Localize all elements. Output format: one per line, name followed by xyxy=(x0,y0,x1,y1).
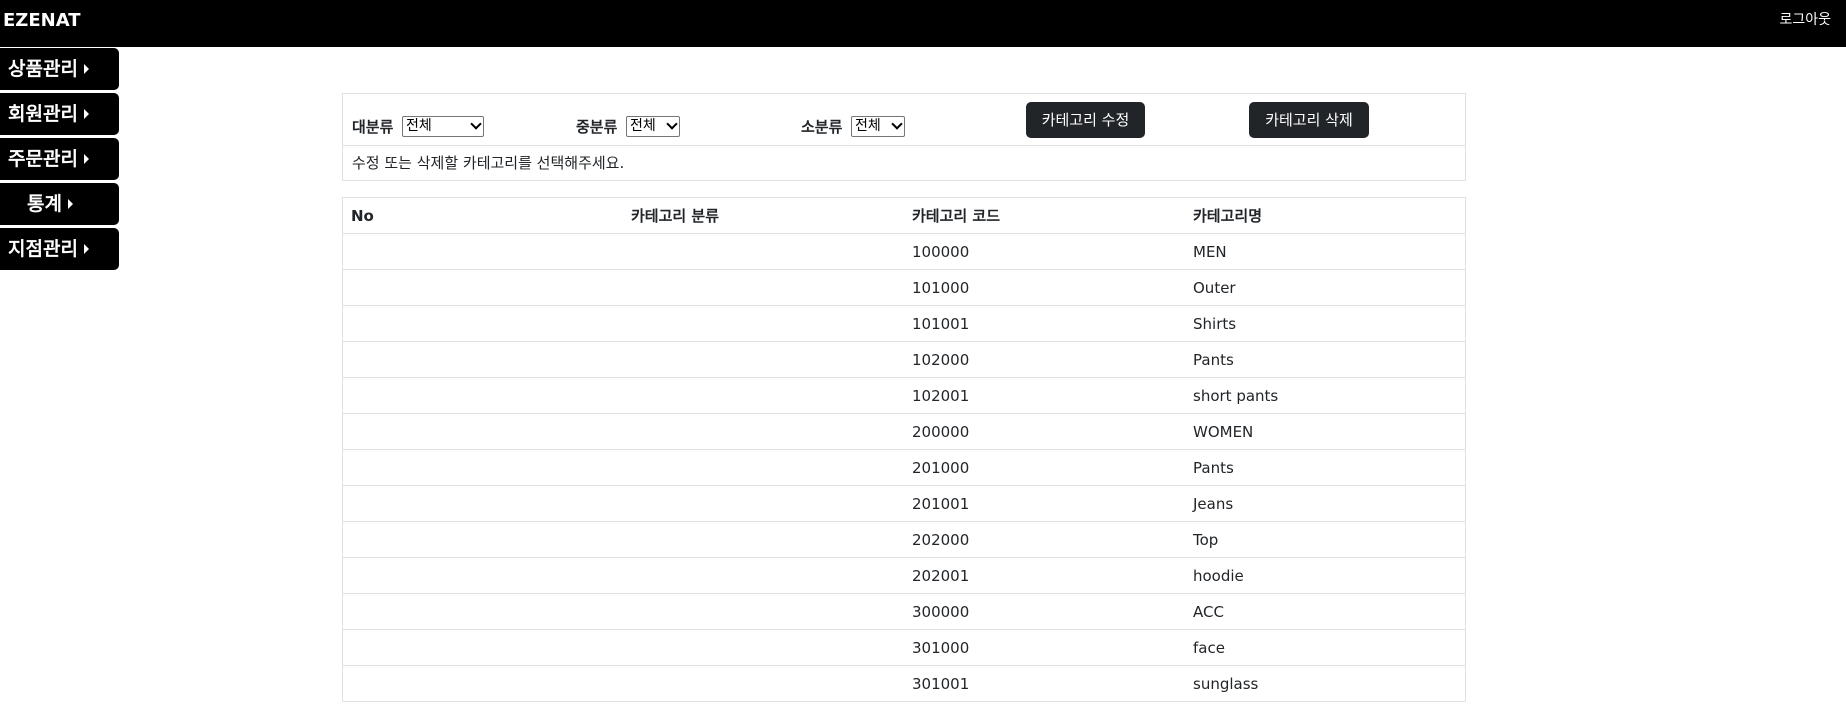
cell-category-code: 202001 xyxy=(912,567,970,585)
cell-category-code: 201000 xyxy=(912,459,970,477)
cell-category-name: Shirts xyxy=(1193,315,1237,333)
sidebar-item-label: 통계 xyxy=(27,193,62,215)
table-body: 100000 MEN 101000 Outer 101001 Shirts 102000 Pa… xyxy=(343,234,1465,702)
cell-category-code: 301001 xyxy=(912,675,970,693)
sidebar-item-label: 상품관리 xyxy=(8,58,78,80)
sidebar-item-label: 지점관리 xyxy=(8,238,78,260)
cell-category-name: WOMEN xyxy=(1193,423,1254,441)
table-row[interactable]: 101001 Shirts xyxy=(343,306,1465,342)
cell-category-code: 202000 xyxy=(912,531,970,549)
table-row[interactable]: 201001 Jeans xyxy=(343,486,1465,522)
table-row[interactable]: 201000 Pants xyxy=(343,450,1465,486)
top-navbar: EZENAT 로그아웃 xyxy=(0,0,1846,47)
caret-right-icon xyxy=(83,63,89,74)
cell-category-name: MEN xyxy=(1193,243,1227,261)
major-category-label: 대분류 xyxy=(352,118,394,136)
cell-category-name: hoodie xyxy=(1193,567,1244,585)
column-header-category-name: 카테고리명 xyxy=(1193,207,1263,225)
table-row[interactable]: 101000 Outer xyxy=(343,270,1465,306)
major-category-value: 전체 xyxy=(406,118,432,134)
sidebar-item-branch[interactable]: 지점관리 xyxy=(0,228,119,270)
table-row[interactable]: 202000 Top xyxy=(343,522,1465,558)
middle-category-label: 중분류 xyxy=(576,118,618,136)
brand-logo[interactable]: EZENAT xyxy=(3,10,81,32)
table-row[interactable]: 202001 hoodie xyxy=(343,558,1465,594)
chevron-down-icon xyxy=(666,118,678,130)
cell-category-name: Top xyxy=(1193,531,1219,549)
sidebar: 상품관리 회원관리 주문관리 통계 지점관리 xyxy=(0,48,120,273)
sidebar-item-statistics[interactable]: 통계 xyxy=(0,183,119,225)
cell-category-name: sunglass xyxy=(1193,675,1259,693)
table-row[interactable]: 301000 face xyxy=(343,630,1465,666)
cell-category-name: Outer xyxy=(1193,279,1236,297)
caret-right-icon xyxy=(83,108,89,119)
major-category-select[interactable]: 전체 xyxy=(402,116,484,137)
cell-category-code: 301000 xyxy=(912,639,970,657)
cell-category-code: 102000 xyxy=(912,351,970,369)
cell-category-code: 300000 xyxy=(912,603,970,621)
table-header-row: No 카테고리 분류 카테고리 코드 카테고리명 xyxy=(343,198,1465,234)
category-filter-panel: 대분류 전체 중분류 전체 소분류 전체 카테고리 수정 카테고리 삭제 수정 … xyxy=(342,93,1466,181)
cell-category-name: face xyxy=(1193,639,1225,657)
table-row[interactable]: 301001 sunglass xyxy=(343,666,1465,702)
sidebar-item-label: 회원관리 xyxy=(8,103,78,125)
filter-row: 대분류 전체 중분류 전체 소분류 전체 카테고리 수정 카테고리 삭제 xyxy=(343,94,1465,146)
cell-category-code: 101001 xyxy=(912,315,970,333)
sidebar-item-label: 주문관리 xyxy=(8,148,78,170)
cell-category-code: 200000 xyxy=(912,423,970,441)
logout-link[interactable]: 로그아웃 xyxy=(1779,11,1831,29)
category-table: No 카테고리 분류 카테고리 코드 카테고리명 100000 MEN 101000… xyxy=(342,197,1466,702)
sidebar-item-order[interactable]: 주문관리 xyxy=(0,138,119,180)
table-row[interactable]: 200000 WOMEN xyxy=(343,414,1465,450)
cell-category-name: Pants xyxy=(1193,351,1234,369)
middle-category-select[interactable]: 전체 xyxy=(626,116,680,137)
minor-category-label: 소분류 xyxy=(801,118,843,136)
table-row[interactable]: 102001 short pants xyxy=(343,378,1465,414)
edit-category-button[interactable]: 카테고리 수정 xyxy=(1026,102,1145,138)
caret-right-icon xyxy=(83,243,89,254)
table-row[interactable]: 100000 MEN xyxy=(343,234,1465,270)
cell-category-code: 101000 xyxy=(912,279,970,297)
caret-right-icon xyxy=(67,198,73,209)
chevron-down-icon xyxy=(470,118,482,130)
minor-category-select[interactable]: 전체 xyxy=(851,116,905,137)
cell-category-code: 102001 xyxy=(912,387,970,405)
cell-category-name: short pants xyxy=(1193,387,1279,405)
middle-category-value: 전체 xyxy=(630,118,656,134)
sidebar-item-product[interactable]: 상품관리 xyxy=(0,48,119,90)
table-row[interactable]: 102000 Pants xyxy=(343,342,1465,378)
cell-category-name: ACC xyxy=(1193,603,1224,621)
cell-category-code: 100000 xyxy=(912,243,970,261)
sidebar-item-member[interactable]: 회원관리 xyxy=(0,93,119,135)
minor-category-value: 전체 xyxy=(855,118,881,134)
column-header-no: No xyxy=(351,207,374,225)
column-header-category-code: 카테고리 코드 xyxy=(912,207,1001,225)
cell-category-name: Pants xyxy=(1193,459,1234,477)
table-row[interactable]: 300000 ACC xyxy=(343,594,1465,630)
selection-hint: 수정 또는 삭제할 카테고리를 선택해주세요. xyxy=(352,154,625,172)
caret-right-icon xyxy=(83,153,89,164)
chevron-down-icon xyxy=(891,118,903,130)
cell-category-code: 201001 xyxy=(912,495,970,513)
delete-category-button[interactable]: 카테고리 삭제 xyxy=(1249,102,1369,138)
cell-category-name: Jeans xyxy=(1193,495,1234,513)
column-header-category-type: 카테고리 분류 xyxy=(631,207,720,225)
